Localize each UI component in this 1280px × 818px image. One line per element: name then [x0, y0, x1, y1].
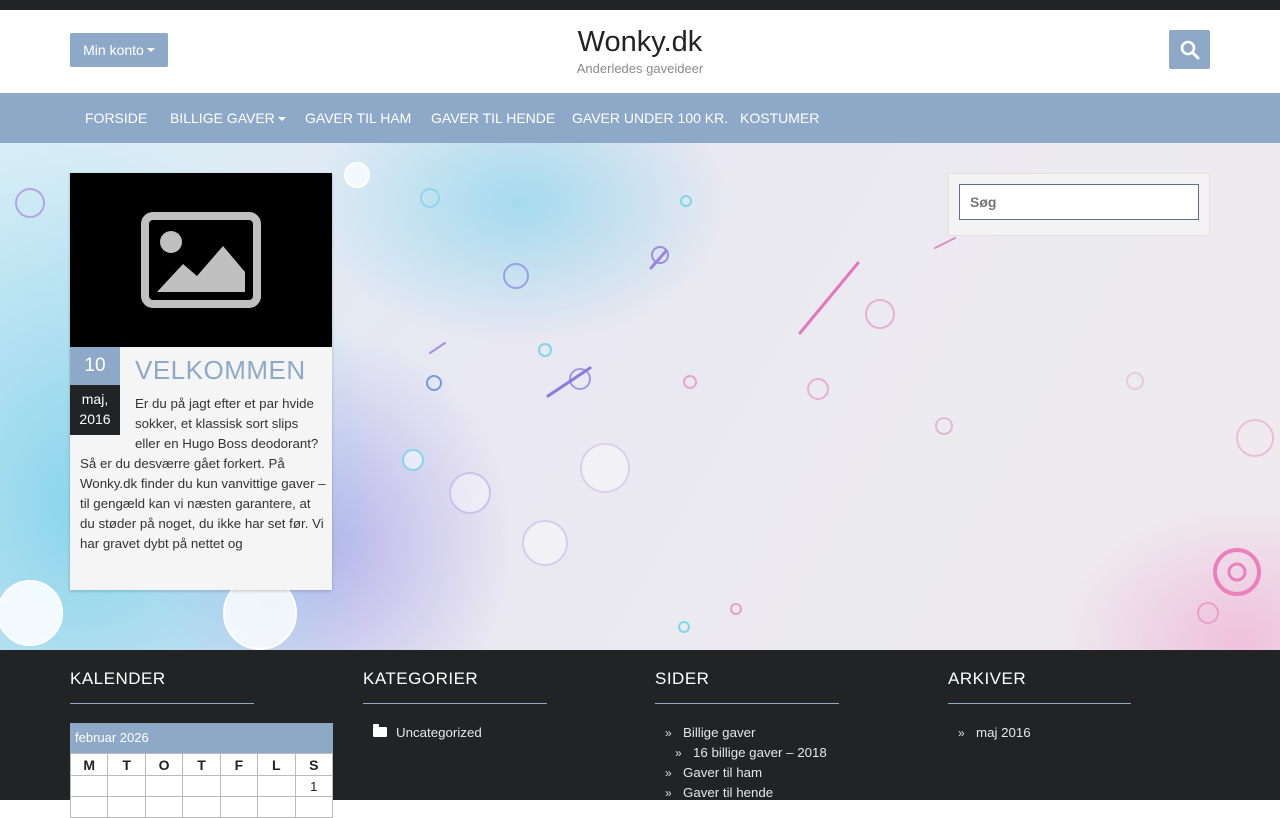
page-item[interactable]: » 16 billige gaver – 2018 — [665, 743, 827, 763]
footer-heading-archives: ARKIVER — [948, 669, 1027, 688]
calendar-weekday: O — [144, 753, 184, 776]
double-chevron-right-icon: » — [665, 766, 672, 780]
double-chevron-right-icon: » — [665, 726, 672, 740]
footer-heading-calendar: KALENDER — [70, 669, 166, 688]
caret-down-icon — [277, 117, 286, 122]
calendar-weekday: T — [107, 753, 146, 776]
sidebar-search-widget — [948, 173, 1210, 236]
calendar-weekday: M — [69, 753, 109, 776]
folder-icon — [373, 724, 387, 738]
page-label: Gaver til hende — [683, 785, 774, 800]
calendar-day — [257, 775, 296, 797]
site-branding: Wonky.dk Anderledes gaveideer — [440, 24, 840, 76]
calendar-weekday: S — [294, 753, 334, 776]
site-header: Min konto Wonky.dk Anderledes gaveideer — [0, 10, 1280, 93]
site-footer: KALENDER KATEGORIER SIDER ARKIVER februa… — [0, 650, 1280, 818]
nav-label: BILLIGE GAVER — [170, 110, 275, 126]
calendar-day — [219, 775, 259, 797]
archives-list: » maj 2016 — [958, 723, 1031, 743]
page-item[interactable]: » Gaver til ham — [665, 763, 827, 783]
footer-heading-pages: SIDER — [655, 669, 710, 688]
calendar-weekday: L — [257, 753, 296, 776]
pages-list: » Billige gaver » 16 billige gaver – 2018 … — [665, 723, 827, 803]
nav-item-gaver-til-hende[interactable]: GAVER TIL HENDE — [431, 93, 555, 143]
calendar-day — [69, 775, 109, 797]
search-icon — [1180, 40, 1199, 59]
page-item[interactable]: » Billige gaver — [665, 723, 827, 743]
footer-heading-categories: KATEGORIER — [363, 669, 479, 688]
post-title[interactable]: VELKOMMEN — [135, 355, 306, 386]
top-strip — [0, 0, 1280, 10]
nav-item-gaver-til-ham[interactable]: GAVER TIL HAM — [305, 93, 411, 143]
footer-divider — [948, 703, 1131, 704]
post-thumbnail[interactable] — [70, 173, 332, 347]
my-account-label: Min konto — [83, 42, 144, 58]
page-label: Gaver til ham — [683, 765, 763, 780]
footer-divider — [363, 703, 547, 704]
double-chevron-right-icon: » — [958, 726, 965, 740]
category-label: Uncategorized — [396, 725, 482, 740]
search-button[interactable] — [1169, 30, 1210, 69]
nav-item-forside[interactable]: FORSIDE — [85, 93, 147, 143]
archive-label: maj 2016 — [976, 725, 1031, 740]
categories-list: Uncategorized — [373, 723, 482, 743]
calendar-day — [107, 775, 146, 797]
post-excerpt: Er du på jagt efter et par hvide sokker,… — [80, 394, 326, 554]
page-label: 16 billige gaver – 2018 — [693, 745, 827, 760]
image-placeholder-icon — [141, 212, 261, 308]
calendar-caption: februar 2026 — [70, 723, 333, 753]
double-chevron-right-icon: » — [675, 746, 682, 760]
site-title[interactable]: Wonky.dk — [440, 24, 840, 60]
main-navigation: FORSIDE BILLIGE GAVER GAVER TIL HAM GAVE… — [0, 93, 1280, 143]
nav-item-billige-gaver[interactable]: BILLIGE GAVER — [170, 93, 286, 143]
page-item[interactable]: » Gaver til hende — [665, 783, 827, 803]
calendar-weekday: F — [219, 753, 259, 776]
nav-label: GAVER UNDER 100 KR. — [572, 110, 729, 126]
nav-item-kostumer[interactable]: KOSTUMER — [740, 93, 819, 143]
calendar-widget: februar 2026 M T O T F L S 1 — [69, 723, 334, 818]
nav-label: FORSIDE — [85, 110, 148, 126]
calendar-day — [182, 775, 221, 797]
footer-divider — [655, 703, 839, 704]
calendar-day — [144, 775, 184, 797]
double-chevron-right-icon: » — [665, 786, 672, 800]
calendar-table: M T O T F L S 1 — [69, 753, 334, 818]
calendar-day: 1 — [294, 775, 334, 797]
footer-divider — [70, 703, 254, 704]
caret-down-icon — [146, 48, 155, 52]
nav-label: GAVER TIL HENDE — [431, 110, 556, 126]
archive-item[interactable]: » maj 2016 — [958, 723, 1031, 743]
nav-label: GAVER TIL HAM — [305, 110, 412, 126]
post-card: 10 maj, 2016 VELKOMMEN Er du på jagt eft… — [70, 173, 332, 590]
post-excerpt-first: Er du på jagt efter et par hvide sokker,… — [135, 396, 319, 451]
nav-label: KOSTUMER — [740, 110, 820, 126]
category-item[interactable]: Uncategorized — [373, 723, 482, 743]
post-excerpt-rest: Så er du desværre gået forkert. På Wonky… — [80, 456, 326, 551]
my-account-button[interactable]: Min konto — [70, 33, 168, 67]
calendar-weekday: T — [182, 753, 221, 776]
sidebar-search-input[interactable] — [959, 184, 1199, 220]
nav-item-gaver-under-100[interactable]: GAVER UNDER 100 KR. — [572, 93, 728, 143]
post-date-day: 10 — [70, 347, 120, 385]
page-label: Billige gaver — [683, 725, 756, 740]
site-description: Anderledes gaveideer — [576, 61, 704, 76]
